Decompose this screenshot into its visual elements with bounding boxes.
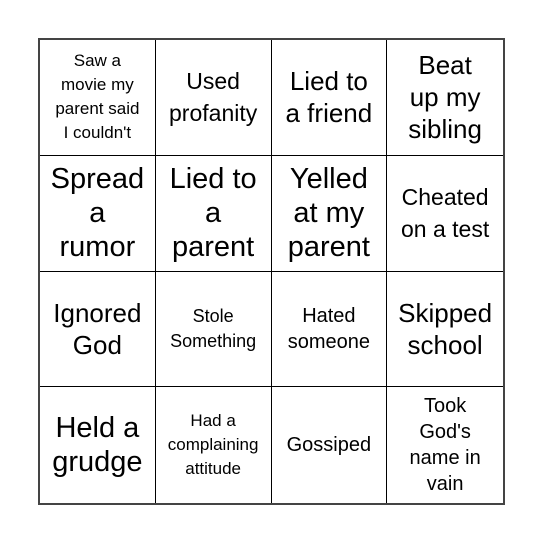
bingo-cell-line: rumor bbox=[59, 231, 136, 264]
bingo-cell-line: God bbox=[72, 329, 122, 360]
bingo-cell-text: Ignored God bbox=[53, 297, 141, 361]
bingo-cell-line: at my bbox=[293, 197, 365, 230]
bingo-cell[interactable]: Spread a rumor bbox=[40, 155, 156, 272]
bingo-cell-text: Lied to a parent bbox=[170, 162, 257, 264]
bingo-cell[interactable]: Ignored God bbox=[40, 271, 156, 388]
bingo-cell-line: up my bbox=[409, 82, 481, 113]
bingo-cell[interactable]: Skipped school bbox=[387, 272, 503, 388]
bingo-cell[interactable]: Used profanity bbox=[155, 40, 272, 156]
bingo-cell-line: on a test bbox=[401, 216, 490, 243]
bingo-cell-line: Gossiped bbox=[286, 434, 372, 457]
bingo-cell-line: Took bbox=[424, 395, 467, 418]
bingo-cell[interactable]: Lied to a friend bbox=[271, 40, 388, 156]
bingo-cell-text: Stole Something bbox=[170, 304, 256, 354]
bingo-cell-text: Hated someone bbox=[288, 303, 370, 355]
bingo-cell-text: Saw a movie my parent said I couldn't bbox=[55, 49, 139, 145]
bingo-cell[interactable]: Lied to a parent bbox=[155, 155, 272, 272]
bingo-cell-text: Took God's name in vain bbox=[410, 393, 481, 497]
bingo-cell[interactable]: Stole Something bbox=[155, 271, 272, 388]
bingo-cell-text: Beat up my sibling bbox=[408, 49, 482, 145]
bingo-cell-text: Cheated on a test bbox=[401, 181, 489, 245]
bingo-cell-line: a bbox=[89, 197, 106, 230]
bingo-cell[interactable]: Hated someone bbox=[271, 271, 388, 388]
bingo-cell-line: sibling bbox=[408, 114, 482, 145]
bingo-cell-text: Used profanity bbox=[169, 65, 257, 129]
bingo-cell-line: Lied to bbox=[169, 163, 257, 196]
bingo-cell[interactable]: Took God's name in vain bbox=[387, 387, 503, 503]
bingo-cell[interactable]: Saw a movie my parent said I couldn't bbox=[40, 40, 156, 156]
bingo-cell-line: Had a bbox=[190, 411, 236, 431]
bingo-cell-line: Beat bbox=[418, 50, 472, 81]
bingo-cell-line: vain bbox=[426, 473, 464, 496]
bingo-cell-line: Lied to bbox=[289, 66, 368, 97]
bingo-cell-text: Had a complaining attitude bbox=[168, 409, 259, 481]
bingo-cell[interactable]: Held a grudge bbox=[40, 387, 156, 503]
bingo-cell-text: Gossiped bbox=[287, 432, 372, 458]
bingo-cell-line: someone bbox=[287, 330, 371, 353]
bingo-cell-line: name in bbox=[409, 447, 481, 470]
bingo-cell[interactable]: Cheated on a test bbox=[387, 156, 503, 272]
bingo-cell[interactable]: Yelled at my parent bbox=[271, 155, 388, 272]
bingo-cell-line: Something bbox=[170, 330, 257, 351]
bingo-cell[interactable]: Had a complaining attitude bbox=[156, 387, 272, 503]
bingo-cell-line: Hated bbox=[302, 304, 356, 327]
bingo-cell-line: parent said bbox=[55, 99, 140, 119]
bingo-cell-text: Lied to a friend bbox=[286, 65, 373, 129]
bingo-cell-line: Skipped bbox=[398, 297, 493, 328]
bingo-cell-line: a friend bbox=[285, 98, 373, 129]
bingo-cell-line: Stole bbox=[192, 305, 234, 326]
bingo-cell[interactable]: Beat up my sibling bbox=[387, 40, 503, 156]
bingo-cell-line: complaining bbox=[167, 435, 259, 455]
bingo-board: Saw a movie my parent said I couldn't Used pr… bbox=[38, 38, 505, 505]
bingo-cell-text: Spread a rumor bbox=[51, 162, 145, 264]
bingo-cell-line: grudge bbox=[52, 446, 143, 479]
bingo-cell-line: God's bbox=[419, 421, 471, 444]
bingo-cell-text: Yelled at my parent bbox=[288, 162, 370, 264]
bingo-cell-line: parent bbox=[287, 231, 370, 264]
bingo-cell-line: Used bbox=[186, 68, 240, 95]
bingo-cell-line: Spread bbox=[50, 163, 145, 196]
bingo-cell-line: Held a bbox=[55, 412, 140, 445]
bingo-cell-line: a bbox=[205, 197, 222, 230]
bingo-cell-line: attitude bbox=[185, 459, 241, 479]
bingo-cell-line: Saw a bbox=[73, 51, 121, 71]
bingo-cell-line: Cheated bbox=[401, 184, 489, 211]
bingo-cell-line: school bbox=[407, 329, 483, 360]
bingo-cell-text: Held a grudge bbox=[52, 411, 142, 479]
bingo-cell-line: profanity bbox=[169, 100, 258, 127]
bingo-cell-line: movie my bbox=[61, 75, 134, 95]
bingo-cell-line: parent bbox=[172, 231, 255, 264]
bingo-cell-line: Yelled bbox=[289, 163, 368, 196]
bingo-cell-line: Ignored bbox=[53, 297, 142, 328]
bingo-cell-line: I couldn't bbox=[63, 123, 132, 143]
bingo-cell-text: Skipped school bbox=[398, 297, 492, 361]
bingo-cell[interactable]: Gossiped bbox=[272, 387, 388, 503]
